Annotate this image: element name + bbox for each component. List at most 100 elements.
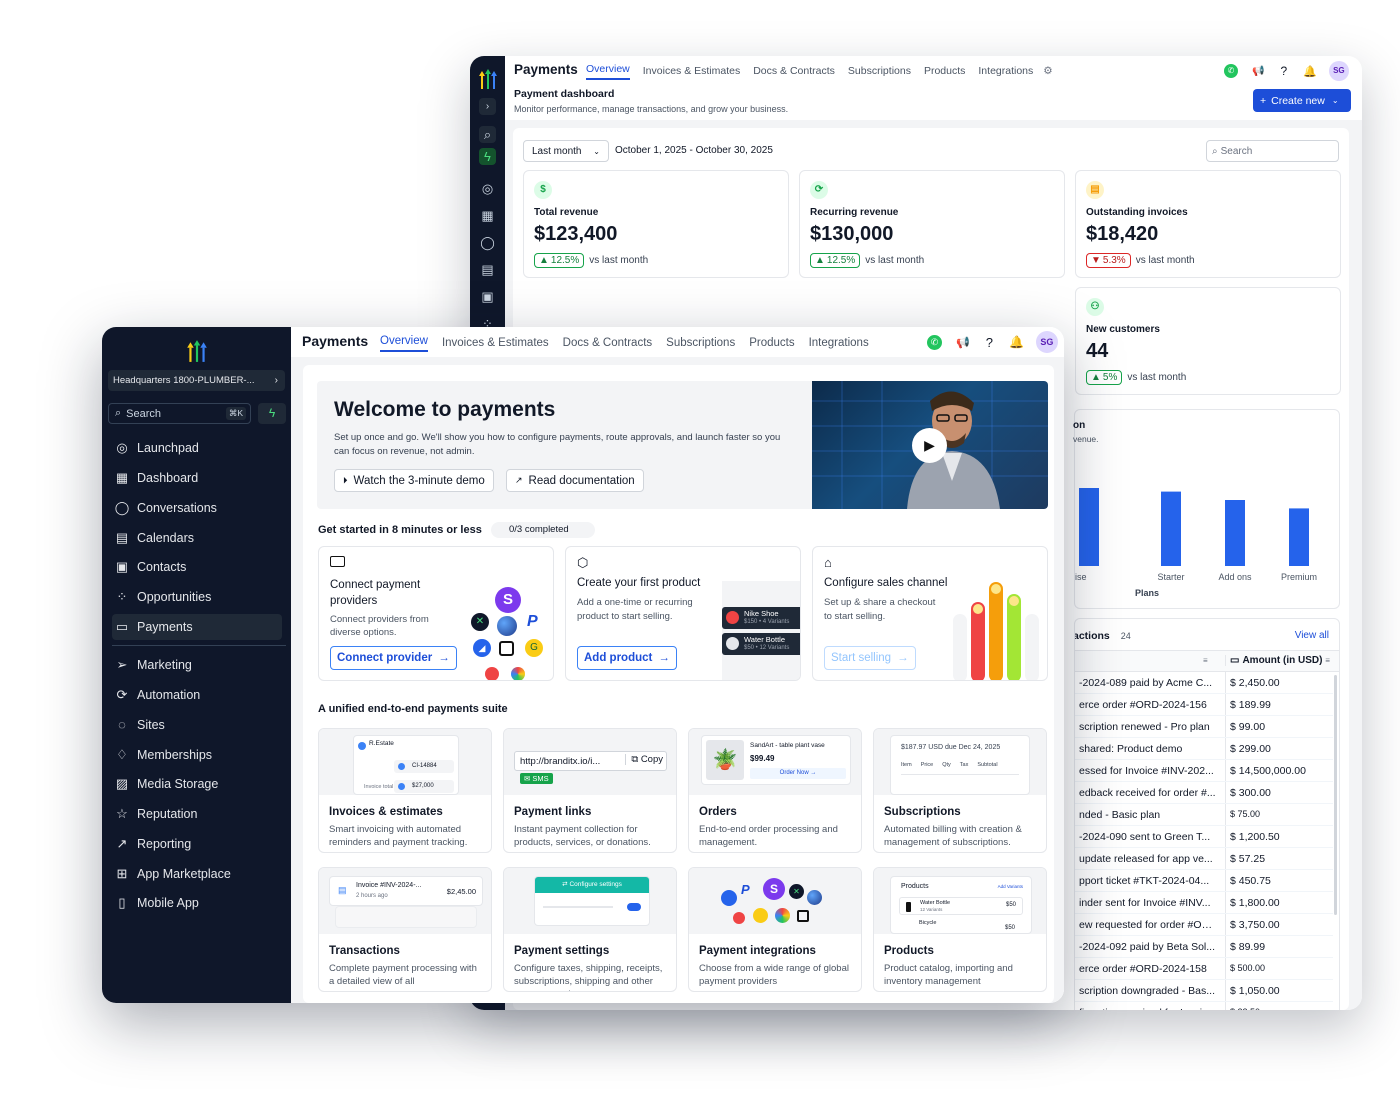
quick-action-button[interactable]: ϟ <box>258 403 286 424</box>
bar[interactable] <box>1289 508 1309 566</box>
bell-icon[interactable]: 🔔 <box>1009 335 1024 349</box>
chat-icon[interactable]: ◯ <box>479 234 496 251</box>
sidebar-item-marketing[interactable]: ➢ Marketing <box>112 652 282 678</box>
read-docs-button[interactable]: ↗ Read documentation <box>506 469 644 492</box>
copy-button[interactable]: ⧉ Copy <box>625 754 663 765</box>
order-now-button[interactable]: Order Now → <box>750 768 846 779</box>
transaction-description: edback received for order #... <box>1079 787 1216 799</box>
table-row[interactable]: nded - Basic plan $ 75.00 <box>1075 804 1333 826</box>
range-select[interactable]: Last month ⌄ <box>523 140 609 162</box>
tab-integrations[interactable]: Integrations <box>978 65 1033 77</box>
sidebar-item-opportunities[interactable]: ⁘ Opportunities <box>112 584 282 610</box>
search-input[interactable]: ⌕ Search <box>1206 140 1339 162</box>
products-preview: Products Add Variants Water Bottle 12 Va… <box>890 876 1032 934</box>
bar[interactable] <box>1225 500 1245 566</box>
avatar[interactable]: SG <box>1035 331 1058 353</box>
avatar[interactable]: SG <box>1328 61 1349 81</box>
table-row[interactable]: essed for Invoice #INV-202... $ 14,500,00… <box>1075 760 1333 782</box>
sidebar-item-media-storage[interactable]: ▨ Media Storage <box>112 771 282 797</box>
tab-overview[interactable]: Overview <box>586 63 630 80</box>
toggle-switch[interactable] <box>627 903 641 911</box>
amount-header[interactable]: ▭ Amount (in USD) ≡ <box>1225 655 1330 666</box>
table-row[interactable]: -2024-092 paid by Beta Sol... $ 89.99 <box>1075 936 1333 958</box>
table-row[interactable]: shared: Product demo $ 299.00 <box>1075 738 1333 760</box>
sidebar-item-sites[interactable]: ◌ Sites <box>112 712 282 738</box>
launchpad-icon[interactable]: ◎ <box>479 180 496 197</box>
sidebar-item-dashboard[interactable]: ▦ Dashboard <box>112 465 282 491</box>
connect-provider-button[interactable]: Connect provider → <box>330 646 457 670</box>
settings-icon[interactable]: ⚙ <box>1043 65 1052 77</box>
sidebar-item-reporting[interactable]: ↗ Reporting <box>112 831 282 857</box>
table-row[interactable]: ew requested for order #OR... $ 3,750.00 <box>1075 914 1333 936</box>
tab-subscriptions[interactable]: Subscriptions <box>848 65 911 77</box>
filter-icon[interactable]: ≡ <box>1203 656 1208 665</box>
suite-tile-payment-integrations[interactable]: P S ✕ Payment integrations Choose from a … <box>688 867 862 992</box>
sidebar-item-contacts[interactable]: ▣ Contacts <box>112 554 282 580</box>
table-row[interactable]: erce order #ORD-2024-158 $ 500.00 <box>1075 958 1333 980</box>
start-selling-button[interactable]: Start selling → <box>824 646 916 670</box>
phone-icon[interactable]: ✆ <box>1224 64 1238 78</box>
help-icon[interactable]: ? <box>1280 64 1287 78</box>
sidebar-item-calendars[interactable]: ▤ Calendars <box>112 525 282 551</box>
suite-tile-payment-links[interactable]: http://branditx.io/i... ⧉ Copy ✉ SMS Paym… <box>503 728 677 853</box>
suite-tile-subscriptions[interactable]: $187.97 USD due Dec 24, 2025 Item Price … <box>873 728 1047 853</box>
suite-tile-orders[interactable]: 🪴 SandArt - table plant vase $99.49 Orde… <box>688 728 862 853</box>
tab-invoices[interactable]: Invoices & Estimates <box>643 65 740 77</box>
megaphone-icon[interactable]: 📢 <box>956 336 970 349</box>
sidebar-item-memberships[interactable]: ♢ Memberships <box>112 742 282 768</box>
location-switcher[interactable]: Headquarters 1800-PLUMBER-... › <box>108 370 285 391</box>
play-icon[interactable]: ▶ <box>912 428 947 463</box>
tab-subscriptions[interactable]: Subscriptions <box>666 337 735 349</box>
suite-tile-payment-settings[interactable]: ⇄ Configure settings Payment settings Con… <box>503 867 677 992</box>
sidebar-item-reputation[interactable]: ☆ Reputation <box>112 801 282 827</box>
table-row[interactable]: scription renewed - Pro plan $ 99.00 <box>1075 716 1333 738</box>
sidebar-item-automation[interactable]: ⟳ Automation <box>112 682 282 708</box>
view-all-link[interactable]: View all <box>1295 630 1329 641</box>
suite-tile-invoices-estimates[interactable]: R.Estate CI-14884 Invoice total $27,000 … <box>318 728 492 853</box>
table-row[interactable]: update released for app ve... $ 57.25 <box>1075 848 1333 870</box>
sidebar-item-conversations[interactable]: ◯ Conversations <box>112 495 282 521</box>
top-icons: ✆ 📢 ? 🔔 SG <box>1224 61 1349 81</box>
tab-docs[interactable]: Docs & Contracts <box>563 337 652 349</box>
bar[interactable] <box>1079 488 1099 566</box>
sidebar-item-payments[interactable]: ▭ Payments <box>112 614 282 640</box>
demo-video[interactable]: ▶ <box>812 381 1048 509</box>
suite-tile-transactions[interactable]: ▤ Invoice #INV-2024-... 2 hours ago $2,4… <box>318 867 492 992</box>
table-row[interactable]: edback received for order #... $ 300.00 <box>1075 782 1333 804</box>
bar[interactable] <box>1161 491 1181 566</box>
table-row[interactable]: pport ticket #TKT-2024-04... $ 450.75 <box>1075 870 1333 892</box>
tab-docs[interactable]: Docs & Contracts <box>753 65 835 77</box>
scrollbar[interactable] <box>1334 675 1337 915</box>
calendar-icon[interactable]: ▤ <box>479 261 496 278</box>
tab-products[interactable]: Products <box>924 65 965 77</box>
search-input[interactable]: ⌕ Search ⌘K <box>108 403 251 424</box>
create-new-button[interactable]: + Create new ⌄ <box>1253 89 1351 112</box>
expand-icon[interactable]: › <box>479 98 496 115</box>
tab-integrations[interactable]: Integrations <box>809 337 869 349</box>
table-row[interactable]: erce order #ORD-2024-156 $ 189.99 <box>1075 694 1333 716</box>
sidebar-item-mobile-app[interactable]: ▯ Mobile App <box>112 890 282 916</box>
help-icon[interactable]: ? <box>986 335 993 350</box>
sidebar-item-app-marketplace[interactable]: ⊞ App Marketplace <box>112 861 282 887</box>
table-row[interactable]: -2024-089 paid by Acme C... $ 2,450.00 <box>1075 672 1333 694</box>
bell-icon[interactable]: 🔔 <box>1303 65 1317 78</box>
search-icon[interactable]: ⌕ <box>479 126 496 143</box>
tab-overview[interactable]: Overview <box>380 335 428 352</box>
phone-icon[interactable]: ✆ <box>927 334 942 350</box>
tab-invoices[interactable]: Invoices & Estimates <box>442 337 549 349</box>
add-product-button[interactable]: Add product → <box>577 646 677 670</box>
megaphone-icon[interactable]: 📢 <box>1252 66 1264 77</box>
suite-tile-products[interactable]: Products Add Variants Water Bottle 12 Va… <box>873 867 1047 992</box>
bolt-icon[interactable]: ϟ <box>479 148 496 165</box>
table-row[interactable]: scription downgraded - Bas... $ 1,050.00 <box>1075 980 1333 1002</box>
contacts-icon[interactable]: ▣ <box>479 288 496 305</box>
sidebar-item-launchpad[interactable]: ◎ Launchpad <box>112 435 282 461</box>
tab-products[interactable]: Products <box>749 337 794 349</box>
table-row[interactable]: -2024-090 sent to Green T... $ 1,200.50 <box>1075 826 1333 848</box>
dashboard-icon[interactable]: ▦ <box>479 207 496 224</box>
table-row[interactable]: inder sent for Invoice #INV... $ 1,800.00 <box>1075 892 1333 914</box>
watch-demo-button[interactable]: ⏵ Watch the 3-minute demo <box>334 469 494 492</box>
column-tax: Tax <box>959 762 969 768</box>
add-variants-button[interactable]: Add Variants <box>998 884 1023 889</box>
table-row[interactable]: firmation received for Invoi... $ 22.50 <box>1075 1002 1333 1010</box>
